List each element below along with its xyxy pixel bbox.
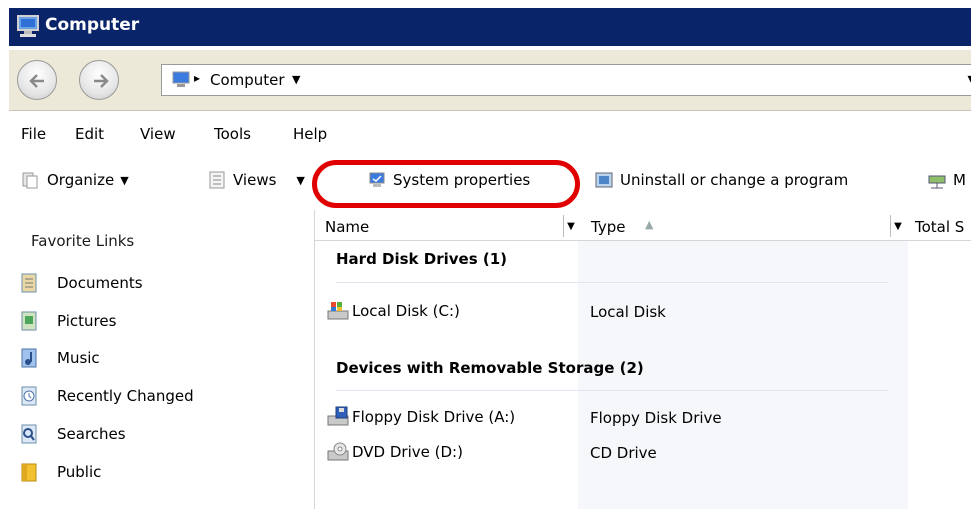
searches-icon <box>19 423 39 445</box>
favorite-link-searches[interactable]: Searches <box>19 423 126 445</box>
sort-ascending-icon: ▲ <box>645 218 654 231</box>
forward-arrow-icon <box>94 74 109 88</box>
favorite-label: Documents <box>57 274 143 292</box>
group-header-removable-storage[interactable]: Devices with Removable Storage (2) <box>336 359 644 377</box>
list-item-dvd-drive[interactable]: DVD Drive (D:) <box>326 441 463 463</box>
computer-icon <box>15 14 41 38</box>
list-item-floppy-drive[interactable]: Floppy Disk Drive (A:) <box>326 406 515 428</box>
back-arrow-icon <box>29 74 44 88</box>
command-toolbar: Organize ▼ Views ▼ System properties Uni… <box>9 156 971 208</box>
breadcrumb-separator[interactable]: ▸ <box>194 71 200 85</box>
recently-changed-icon <box>19 385 39 407</box>
documents-icon <box>19 272 39 294</box>
music-icon <box>19 347 39 369</box>
item-name: Local Disk (C:) <box>352 302 460 320</box>
map-network-drive-button[interactable]: M <box>927 170 966 190</box>
favorite-label: Pictures <box>57 312 117 330</box>
menu-help[interactable]: Help <box>293 125 327 143</box>
organize-icon <box>21 170 41 190</box>
floppy-drive-icon <box>326 406 350 428</box>
favorite-label: Searches <box>57 425 126 443</box>
item-type: Local Disk <box>590 303 666 321</box>
item-name: DVD Drive (D:) <box>352 443 463 461</box>
group-divider <box>336 390 888 391</box>
favorite-link-public[interactable]: Public <box>19 461 101 483</box>
favorite-links-title: Favorite Links <box>31 232 135 250</box>
group-divider <box>336 282 888 283</box>
address-dropdown-icon[interactable]: ▼ <box>968 73 971 86</box>
group-header-hard-disk-drives[interactable]: Hard Disk Drives (1) <box>336 250 507 268</box>
system-properties-icon <box>367 170 387 190</box>
column-header-name[interactable]: Name <box>325 218 369 236</box>
organize-button[interactable]: Organize ▼ <box>21 170 129 190</box>
item-type: CD Drive <box>590 444 657 462</box>
views-icon <box>207 170 227 190</box>
favorite-label: Public <box>57 463 102 481</box>
breadcrumb-computer[interactable]: Computer <box>210 71 285 89</box>
back-button[interactable] <box>17 60 57 100</box>
breadcrumb-dropdown-icon[interactable]: ▼ <box>292 73 300 86</box>
organize-dropdown-icon: ▼ <box>120 173 129 187</box>
views-label: Views <box>233 171 277 189</box>
list-item-local-disk[interactable]: Local Disk (C:) <box>326 300 460 322</box>
dvd-drive-icon <box>326 441 350 463</box>
map-partial-label: M <box>953 171 966 189</box>
menu-bar: File Edit View Tools Help <box>9 112 971 156</box>
menu-tools[interactable]: Tools <box>214 125 251 143</box>
favorite-link-music[interactable]: Music <box>19 347 100 369</box>
favorite-link-documents[interactable]: Documents <box>19 272 143 294</box>
forward-button[interactable] <box>79 60 119 100</box>
column-headers: Name ▼ Type ▲ ▼ Total S <box>315 212 971 241</box>
menu-edit[interactable]: Edit <box>75 125 104 143</box>
views-button[interactable]: Views ▼ <box>207 170 305 190</box>
window-title: Computer <box>45 15 140 35</box>
favorite-label: Recently Changed <box>57 387 194 405</box>
uninstall-label: Uninstall or change a program <box>620 171 849 189</box>
views-dropdown-icon: ▼ <box>296 173 305 187</box>
address-bar: ▸ Computer ▼ ▼ <box>9 50 971 111</box>
favorite-link-pictures[interactable]: Pictures <box>19 310 116 332</box>
menu-view[interactable]: View <box>140 125 176 143</box>
navigation-pane: Favorite Links Documents Pictures Music … <box>9 210 315 509</box>
column-header-type[interactable]: Type <box>591 218 625 236</box>
organize-label: Organize <box>47 171 115 189</box>
uninstall-program-button[interactable]: Uninstall or change a program <box>594 170 848 190</box>
address-input[interactable]: ▸ Computer ▼ ▼ <box>161 64 971 96</box>
menu-file[interactable]: File <box>21 125 46 143</box>
favorite-label: Music <box>57 349 100 367</box>
network-drive-icon <box>927 170 947 190</box>
type-column-dropdown-icon[interactable]: ▼ <box>890 215 905 237</box>
system-properties-label: System properties <box>393 171 531 189</box>
system-properties-button[interactable]: System properties <box>367 170 530 190</box>
column-header-total-size[interactable]: Total S <box>915 218 964 236</box>
favorite-link-recently-changed[interactable]: Recently Changed <box>19 385 194 407</box>
item-name: Floppy Disk Drive (A:) <box>352 408 516 426</box>
computer-icon <box>170 69 192 95</box>
pictures-icon <box>19 310 39 332</box>
title-bar[interactable]: Computer <box>9 8 971 46</box>
item-type: Floppy Disk Drive <box>590 409 722 427</box>
public-folder-icon <box>19 461 39 483</box>
local-disk-icon <box>326 300 350 322</box>
name-column-dropdown-icon[interactable]: ▼ <box>563 215 578 237</box>
uninstall-icon <box>594 170 614 190</box>
